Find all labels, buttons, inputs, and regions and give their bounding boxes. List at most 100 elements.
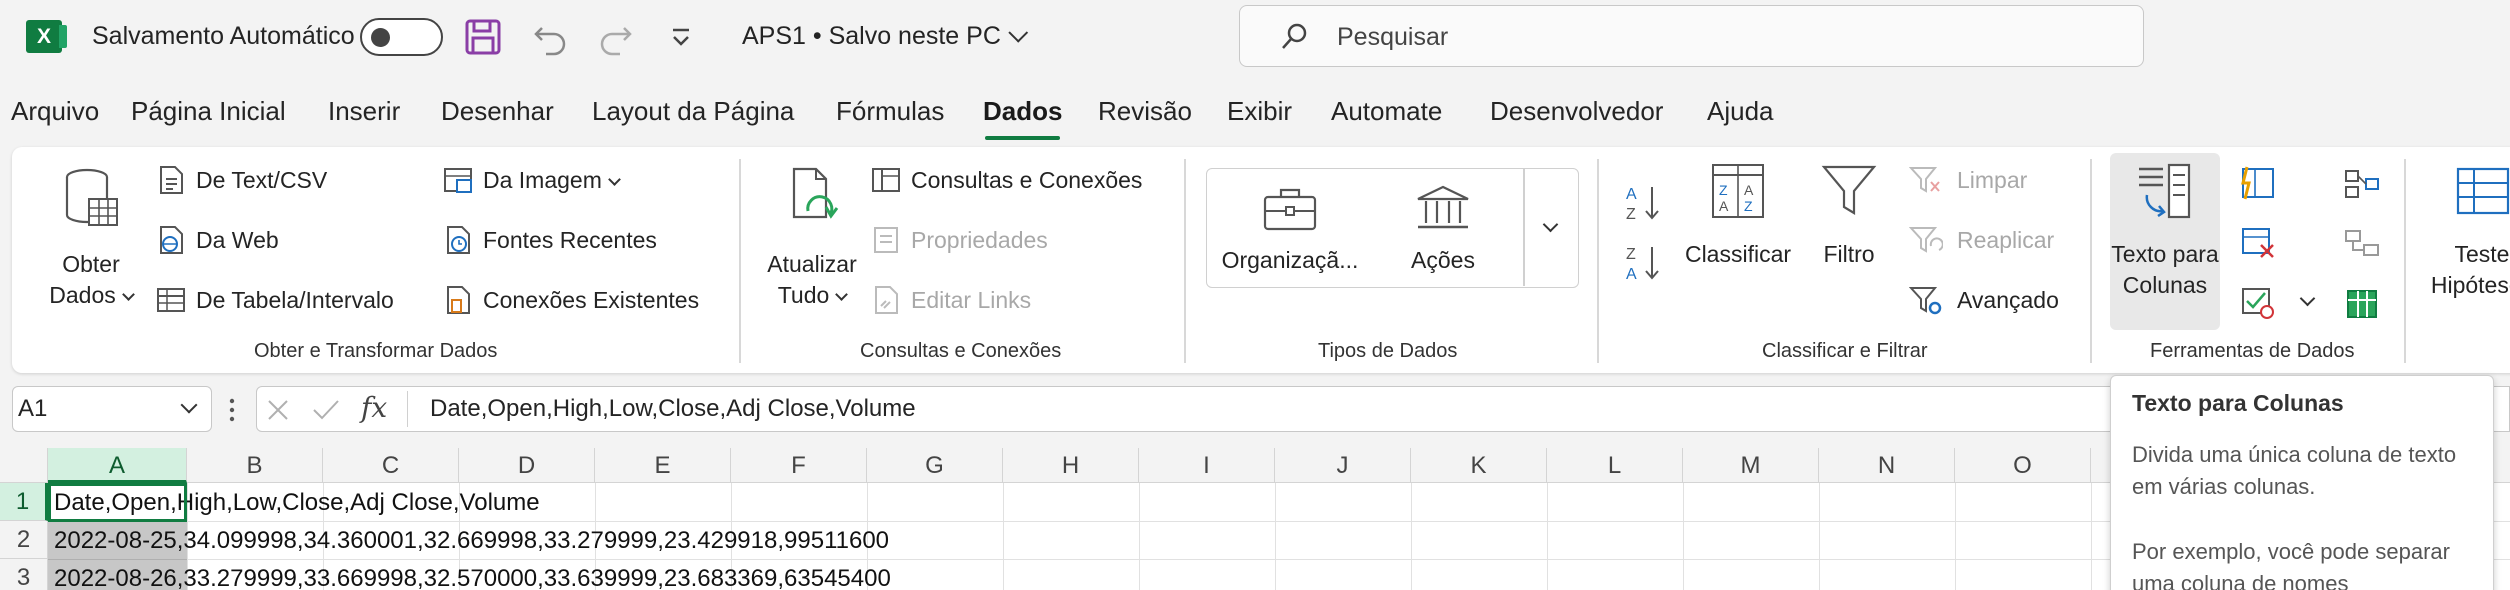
- sort-label: Classificar: [1684, 241, 1792, 267]
- row-header[interactable]: 3: [0, 559, 48, 590]
- row-header[interactable]: 1: [0, 483, 48, 521]
- properties-label: Propriedades: [911, 227, 1048, 253]
- recent-sources-icon: [447, 226, 470, 254]
- image-table-icon: [444, 168, 472, 193]
- excel-icon: X: [26, 20, 67, 53]
- tab-inserir[interactable]: Inserir: [328, 96, 400, 127]
- consolidate-icon[interactable]: [2342, 165, 2382, 201]
- chevron-down-icon: [1008, 22, 1029, 43]
- from-table-range-label: De Tabela/Intervalo: [196, 287, 394, 313]
- more-options-icon[interactable]: [227, 397, 237, 423]
- group-label-ferramentas: Ferramentas de Dados: [2150, 340, 2355, 362]
- tab-pagina-inicial[interactable]: Página Inicial: [131, 96, 286, 127]
- refresh-all-button[interactable]: Atualizar Tudo: [752, 165, 872, 311]
- relationships-icon[interactable]: [2342, 225, 2382, 261]
- existing-connections-icon: [447, 286, 470, 314]
- group-label-obter: Obter e Transformar Dados: [254, 340, 498, 362]
- column-header[interactable]: J: [1275, 448, 1411, 483]
- text-file-icon: [160, 166, 183, 194]
- flash-fill-icon[interactable]: [2239, 165, 2277, 201]
- column-header[interactable]: M: [1683, 448, 1819, 483]
- sort-z-to-a-button[interactable]: ZA: [1622, 241, 1666, 285]
- data-model-icon[interactable]: [2342, 285, 2382, 321]
- customize-qat-icon[interactable]: [660, 16, 702, 58]
- column-header[interactable]: F: [731, 448, 867, 483]
- column-header[interactable]: N: [1819, 448, 1955, 483]
- from-text-csv-label: De Text/CSV: [196, 167, 328, 193]
- sort-a-to-z-button[interactable]: AZ: [1622, 181, 1666, 225]
- get-data-label-2: Dados: [49, 282, 116, 308]
- autosave-label: Salvamento Automático: [92, 22, 355, 50]
- column-header[interactable]: H: [1003, 448, 1139, 483]
- chevron-down-icon: [1542, 216, 1559, 233]
- data-types-more-button[interactable]: [1523, 169, 1579, 286]
- select-all-corner[interactable]: [0, 448, 48, 483]
- tab-automate[interactable]: Automate: [1331, 96, 1442, 127]
- tab-exibir[interactable]: Exibir: [1227, 96, 1292, 127]
- refresh-label: Atualizar: [767, 251, 857, 277]
- remove-duplicates-icon[interactable]: [2239, 225, 2277, 261]
- column-header[interactable]: O: [1955, 448, 2091, 483]
- group-separator: [1597, 159, 1599, 363]
- cell-a3[interactable]: 2022-08-26,33.279999,33.669998,32.570000…: [54, 565, 891, 590]
- tab-dados[interactable]: Dados: [983, 96, 1062, 140]
- group-separator: [2090, 159, 2092, 363]
- column-header[interactable]: D: [459, 448, 595, 483]
- text-to-columns-button[interactable]: Texto para Colunas: [2110, 161, 2220, 301]
- queries-connections-label: Consultas e Conexões: [911, 167, 1143, 193]
- tab-revisao[interactable]: Revisão: [1098, 96, 1192, 127]
- column-header[interactable]: L: [1547, 448, 1683, 483]
- cancel-icon[interactable]: [265, 397, 291, 423]
- ribbon: Obter Dados De Text/CSV Da Web De Tabela…: [12, 147, 2510, 373]
- svg-text:A: A: [1744, 182, 1754, 198]
- column-header[interactable]: G: [867, 448, 1003, 483]
- cell-a2[interactable]: 2022-08-25,34.099998,34.360001,32.669998…: [54, 527, 889, 555]
- chevron-down-icon: [180, 396, 198, 414]
- column-header[interactable]: B: [187, 448, 323, 483]
- group-separator: [2404, 159, 2406, 363]
- document-title-text: APS1 • Salvo neste PC: [742, 22, 1001, 50]
- reapply-icon: [1909, 227, 1943, 253]
- enter-icon[interactable]: [311, 397, 341, 423]
- tab-desenhar[interactable]: Desenhar: [441, 96, 554, 127]
- redo-icon[interactable]: [594, 16, 636, 58]
- svg-text:Z: Z: [1626, 206, 1636, 223]
- document-title[interactable]: APS1 • Salvo neste PC: [742, 22, 1029, 51]
- what-if-icon: [2456, 167, 2510, 215]
- organization-data-type-button[interactable]: Organizaçã...: [1215, 183, 1365, 276]
- briefcase-icon: [1263, 188, 1317, 231]
- svg-text:Z: Z: [1744, 198, 1753, 214]
- text-to-columns-icon: [2139, 163, 2191, 219]
- tab-ajuda[interactable]: Ajuda: [1707, 96, 1774, 127]
- group-label-tipos: Tipos de Dados: [1318, 340, 1458, 362]
- what-if-analysis-button[interactable]: Teste Hipóteses: [2417, 161, 2510, 301]
- insert-function-icon[interactable]: fx: [361, 391, 387, 424]
- tab-layout-da-pagina[interactable]: Layout da Página: [592, 96, 794, 127]
- svg-text:Z: Z: [1626, 246, 1636, 263]
- tooltip-description: Divida uma única coluna de texto em vári…: [2132, 442, 2457, 499]
- search-box[interactable]: Pesquisar: [1239, 5, 2144, 67]
- sort-button[interactable]: ZAAZ Classificar: [1678, 161, 1798, 270]
- formula-content[interactable]: Date,Open,High,Low,Close,Adj Close,Volum…: [430, 395, 916, 423]
- stocks-data-type-button[interactable]: Ações: [1383, 183, 1503, 276]
- tab-arquivo[interactable]: Arquivo: [11, 96, 99, 127]
- advanced-label: Avançado: [1957, 287, 2059, 313]
- get-data-button[interactable]: Obter Dados: [32, 165, 150, 311]
- column-header[interactable]: C: [323, 448, 459, 483]
- svg-text:A: A: [1719, 198, 1729, 214]
- filter-button[interactable]: Filtro: [1802, 161, 1896, 270]
- column-header[interactable]: K: [1411, 448, 1547, 483]
- column-header[interactable]: E: [595, 448, 731, 483]
- chevron-down-icon[interactable]: [2299, 290, 2316, 307]
- column-header[interactable]: A: [48, 448, 187, 483]
- edit-links-label: Editar Links: [911, 287, 1032, 313]
- save-icon[interactable]: [462, 16, 504, 58]
- column-header[interactable]: I: [1139, 448, 1275, 483]
- row-header[interactable]: 2: [0, 521, 48, 559]
- autosave-toggle[interactable]: [360, 18, 443, 56]
- tab-desenvolvedor[interactable]: Desenvolvedor: [1490, 96, 1663, 127]
- data-validation-icon[interactable]: [2239, 285, 2277, 321]
- name-box[interactable]: A1: [12, 386, 212, 432]
- tab-formulas[interactable]: Fórmulas: [836, 96, 944, 127]
- undo-icon[interactable]: [530, 16, 572, 58]
